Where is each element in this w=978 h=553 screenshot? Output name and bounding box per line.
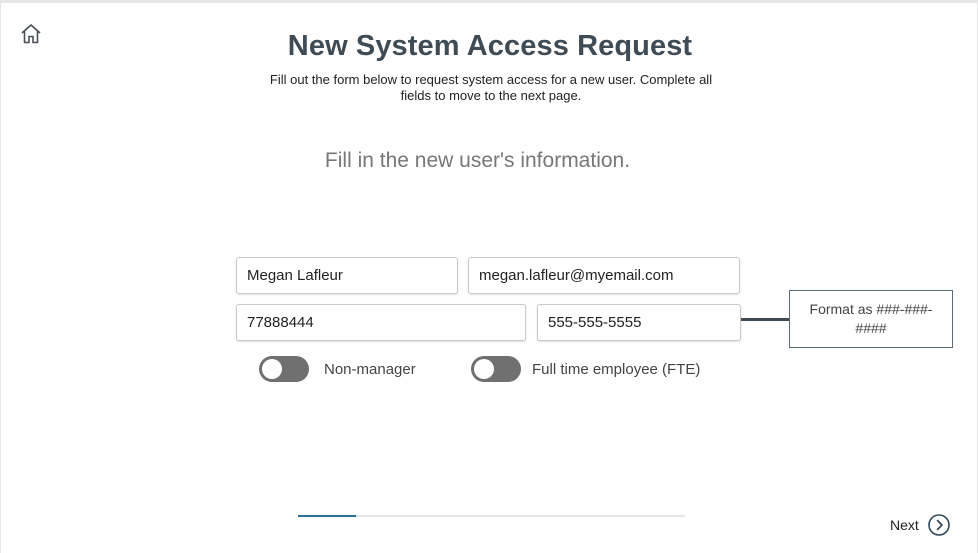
chevron-right-circle-icon bbox=[927, 514, 950, 536]
progress-bar bbox=[298, 515, 685, 517]
toggle-knob bbox=[262, 359, 282, 379]
page-title: New System Access Request bbox=[287, 30, 693, 62]
toggle-knob bbox=[474, 359, 494, 379]
phone-field[interactable] bbox=[537, 304, 741, 341]
section-heading: Fill in the new user's information. bbox=[324, 149, 631, 172]
phone-format-hint: Format as ###-###-#### bbox=[809, 301, 933, 336]
page-subtitle: Fill out the form below to request syste… bbox=[269, 72, 713, 103]
progress-fill bbox=[298, 515, 357, 517]
email-field[interactable] bbox=[468, 257, 740, 294]
name-field[interactable] bbox=[236, 257, 458, 294]
manager-toggle-label: Non-manager bbox=[324, 361, 416, 378]
next-label: Next bbox=[890, 517, 919, 533]
next-button[interactable]: Next bbox=[890, 513, 951, 537]
employee-id-field[interactable] bbox=[236, 304, 526, 341]
tooltip-connector bbox=[741, 318, 790, 321]
app-window: New System Access Request Fill out the f… bbox=[0, 0, 978, 553]
fte-toggle-label: Full time employee (FTE) bbox=[532, 361, 701, 378]
manager-toggle[interactable] bbox=[259, 356, 309, 382]
fte-toggle[interactable] bbox=[471, 356, 521, 382]
phone-format-tooltip: Format as ###-###-#### bbox=[789, 290, 953, 348]
